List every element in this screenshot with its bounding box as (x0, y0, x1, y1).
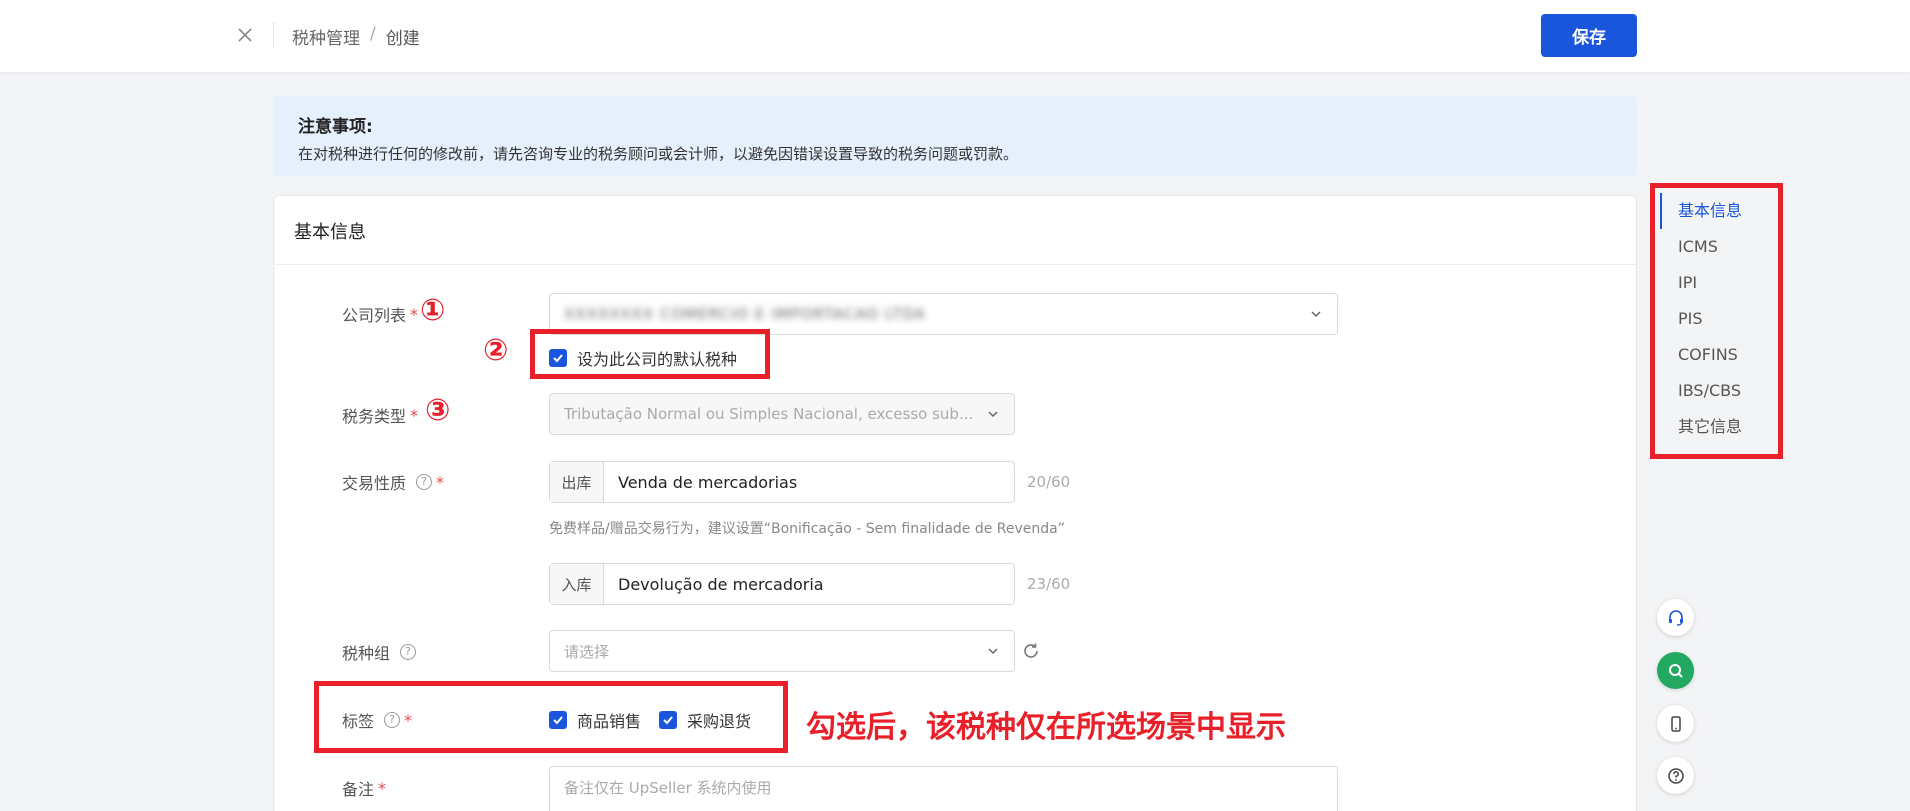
top-header: 税种管理 / 创建 保存 (0, 0, 1910, 72)
header-divider (273, 22, 274, 48)
annotation-box-default (530, 329, 770, 379)
save-button[interactable]: 保存 (1541, 14, 1637, 57)
anchor-item-pis[interactable]: PIS (1660, 301, 1780, 337)
tax-type-label-text: 税务类型 (342, 407, 407, 426)
close-icon[interactable] (234, 24, 256, 46)
chevron-down-icon (988, 648, 998, 655)
remark-textarea[interactable]: 备注仅在 UpSeller 系统内使用 (549, 766, 1338, 811)
anchor-item-ipi[interactable]: IPI (1660, 265, 1780, 301)
annotation-number-2: ② (483, 333, 509, 368)
search-icon[interactable] (1657, 652, 1694, 689)
required-mark: * (410, 405, 419, 425)
tax-type-select-value: Tributação Normal ou Simples Nacional, e… (564, 405, 974, 423)
breadcrumb-separator: / (370, 24, 376, 44)
remark-placeholder: 备注仅在 UpSeller 系统内使用 (564, 779, 772, 797)
anchor-item-cofins[interactable]: COFINS (1660, 337, 1780, 373)
remark-label-text: 备注 (342, 780, 375, 799)
chevron-down-icon (988, 411, 998, 418)
tax-group-select[interactable]: 请选择 (549, 630, 1015, 672)
card-title: 基本信息 (294, 222, 366, 243)
notice-banner: 注意事项: 在对税种进行任何的修改前，请先咨询专业的税务顾问或会计师，以避免因错… (273, 96, 1637, 176)
tax-group-placeholder: 请选择 (564, 642, 610, 661)
annotation-number-1: ① (420, 293, 446, 328)
tax-type-label: 税务类型 * (342, 403, 418, 427)
transaction-hint: 免费样品/赠品交易行为，建议设置“Bonificação - Sem final… (549, 521, 1065, 537)
breadcrumb: 税种管理 / 创建 (292, 24, 420, 49)
outbound-addon: 出库 (550, 462, 604, 502)
required-mark: * (436, 472, 445, 492)
inbound-addon: 入库 (550, 564, 604, 604)
tax-group-label: 税种组? (342, 640, 417, 664)
annotation-note: 勾选后，该税种仅在所选场景中显示 (806, 710, 1286, 745)
company-label: 公司列表 * (342, 302, 418, 326)
transaction-label-text: 交易性质 (342, 474, 407, 493)
company-select-value: XXXXXXXX COMERCIO E IMPORTACAO LTDA (564, 305, 926, 323)
breadcrumb-parent[interactable]: 税种管理 (292, 24, 360, 49)
outbound-value[interactable]: Venda de mercadorias (604, 462, 1014, 502)
anchor-item-other-info[interactable]: 其它信息 (1660, 409, 1780, 445)
tax-type-select[interactable]: Tributação Normal ou Simples Nacional, e… (549, 393, 1015, 435)
tax-group-label-text: 税种组 (342, 644, 391, 663)
card-divider (274, 264, 1636, 265)
annotation-box-tags (314, 681, 788, 753)
anchor-item-ibs-cbs[interactable]: IBS/CBS (1660, 373, 1780, 409)
chevron-down-icon (1311, 311, 1321, 318)
inbound-value[interactable]: Devolução de mercadoria (604, 564, 1014, 604)
notice-text: 在对税种进行任何的修改前，请先咨询专业的税务顾问或会计师，以避免因错误设置导致的… (298, 145, 1019, 163)
headset-icon[interactable] (1657, 599, 1694, 636)
annotation-number-3: ③ (425, 393, 451, 428)
question-circle-icon[interactable]: ? (400, 644, 417, 660)
required-mark: * (378, 778, 387, 798)
question-icon[interactable] (1657, 757, 1694, 794)
company-label-text: 公司列表 (342, 306, 407, 325)
anchor-item-icms[interactable]: ICMS (1660, 229, 1780, 265)
inbound-counter: 23/60 (1027, 575, 1071, 593)
required-mark: * (410, 304, 419, 324)
refresh-icon[interactable] (1021, 641, 1041, 661)
mobile-icon[interactable] (1657, 705, 1694, 742)
outbound-input[interactable]: 出库 Venda de mercadorias (549, 461, 1015, 503)
outbound-counter: 20/60 (1027, 473, 1071, 491)
question-circle-icon[interactable]: ? (416, 474, 433, 490)
breadcrumb-current: 创建 (385, 29, 420, 49)
notice-title: 注意事项: (298, 117, 373, 137)
anchor-item-basic-info[interactable]: 基本信息 (1660, 193, 1780, 229)
remark-label: 备注 * (342, 776, 386, 800)
transaction-label: 交易性质? * (342, 470, 444, 494)
anchor-nav: 基本信息 ICMS IPI PIS COFINS IBS/CBS 其它信息 (1660, 193, 1780, 445)
inbound-input[interactable]: 入库 Devolução de mercadoria (549, 563, 1015, 605)
